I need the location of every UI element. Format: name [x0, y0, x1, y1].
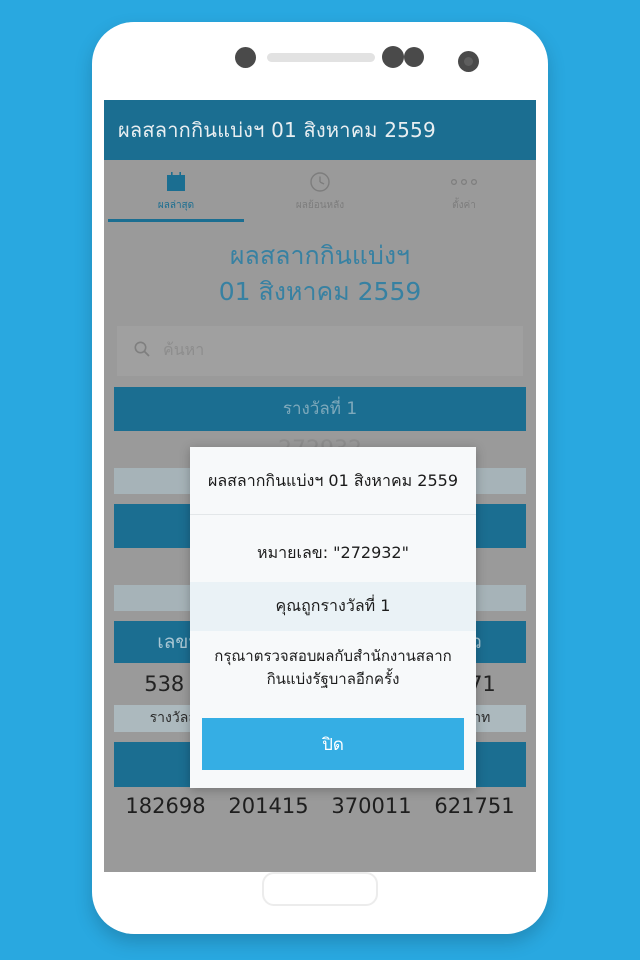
page-title-line2: 01 สิงหาคม 2559 — [218, 277, 422, 307]
tab-label-latest: ผลล่าสุด — [157, 200, 195, 211]
home-button[interactable] — [262, 872, 378, 906]
tab-latest-results[interactable]: ผลล่าสุด — [104, 160, 248, 222]
page-title-line1: ผลสลากกินแบ่งฯ — [229, 241, 411, 270]
front-camera-icon — [458, 51, 479, 72]
tab-label-settings: ตั้งค่า — [452, 200, 476, 211]
bottom-prize-number[interactable]: 621751 — [434, 794, 514, 818]
dialog-actions: ปิด — [190, 712, 476, 788]
search-bar[interactable]: ค้นหา — [116, 324, 524, 377]
dialog-result-line: คุณถูกรางวัลที่ 1 — [190, 582, 476, 631]
proximity-sensor-icon — [235, 47, 256, 68]
front-three-digit-number[interactable]: 538 — [144, 672, 184, 696]
bottom-prize-number[interactable]: 182698 — [125, 794, 205, 818]
phone-frame: ผลสลากกินแบ่งฯ 01 สิงหาคม 2559 ผลล่าสุด — [92, 22, 548, 934]
dialog-number-line: หมายเลข: "272932" — [257, 543, 409, 562]
earpiece-speaker — [267, 53, 375, 62]
prize-header-first: รางวัลที่ 1 — [114, 386, 526, 431]
page-title: ผลสลากกินแบ่งฯ 01 สิงหาคม 2559 — [114, 222, 526, 311]
search-input[interactable]: ค้นหา — [163, 338, 204, 363]
tab-settings[interactable]: ตั้งค่า — [392, 160, 536, 222]
dialog-close-button[interactable]: ปิด — [202, 718, 464, 770]
app-bar: ผลสลากกินแบ่งฯ 01 สิงหาคม 2559 — [104, 100, 536, 160]
phone-screen: ผลสลากกินแบ่งฯ 01 สิงหาคม 2559 ผลล่าสุด — [104, 100, 536, 872]
app-bar-title: ผลสลากกินแบ่งฯ 01 สิงหาคม 2559 — [118, 118, 436, 142]
calendar-icon — [164, 169, 188, 195]
dialog-title: ผลสลากกินแบ่งฯ 01 สิงหาคม 2559 — [190, 447, 476, 514]
light-sensor-icon — [382, 46, 404, 68]
tab-history[interactable]: ผลย้อนหลัง — [248, 160, 392, 222]
bottom-prize-number[interactable]: 370011 — [331, 794, 411, 818]
dialog-note-line: กรุณาตรวจสอบผลกับสำนักงานสลากกินแบ่งรัฐบ… — [214, 647, 452, 688]
sensor-dot-icon — [404, 47, 424, 67]
results-content: ผลสลากกินแบ่งฯ 01 สิงหาคม 2559 ค้นหา ราง… — [104, 222, 536, 872]
bottom-prize-numbers: 182698 201415 370011 621751 — [114, 787, 526, 818]
phone-top-sensors — [92, 22, 548, 90]
more-dots-icon — [448, 169, 480, 195]
search-icon — [133, 340, 151, 362]
bottom-prize-number[interactable]: 201415 — [228, 794, 308, 818]
tab-label-history: ผลย้อนหลัง — [295, 200, 345, 211]
result-dialog: ผลสลากกินแบ่งฯ 01 สิงหาคม 2559 หมายเลข: … — [190, 447, 476, 788]
clock-icon — [308, 169, 332, 195]
tab-bar: ผลล่าสุด ผลย้อนหลัง ตั้งค่า — [104, 160, 536, 222]
